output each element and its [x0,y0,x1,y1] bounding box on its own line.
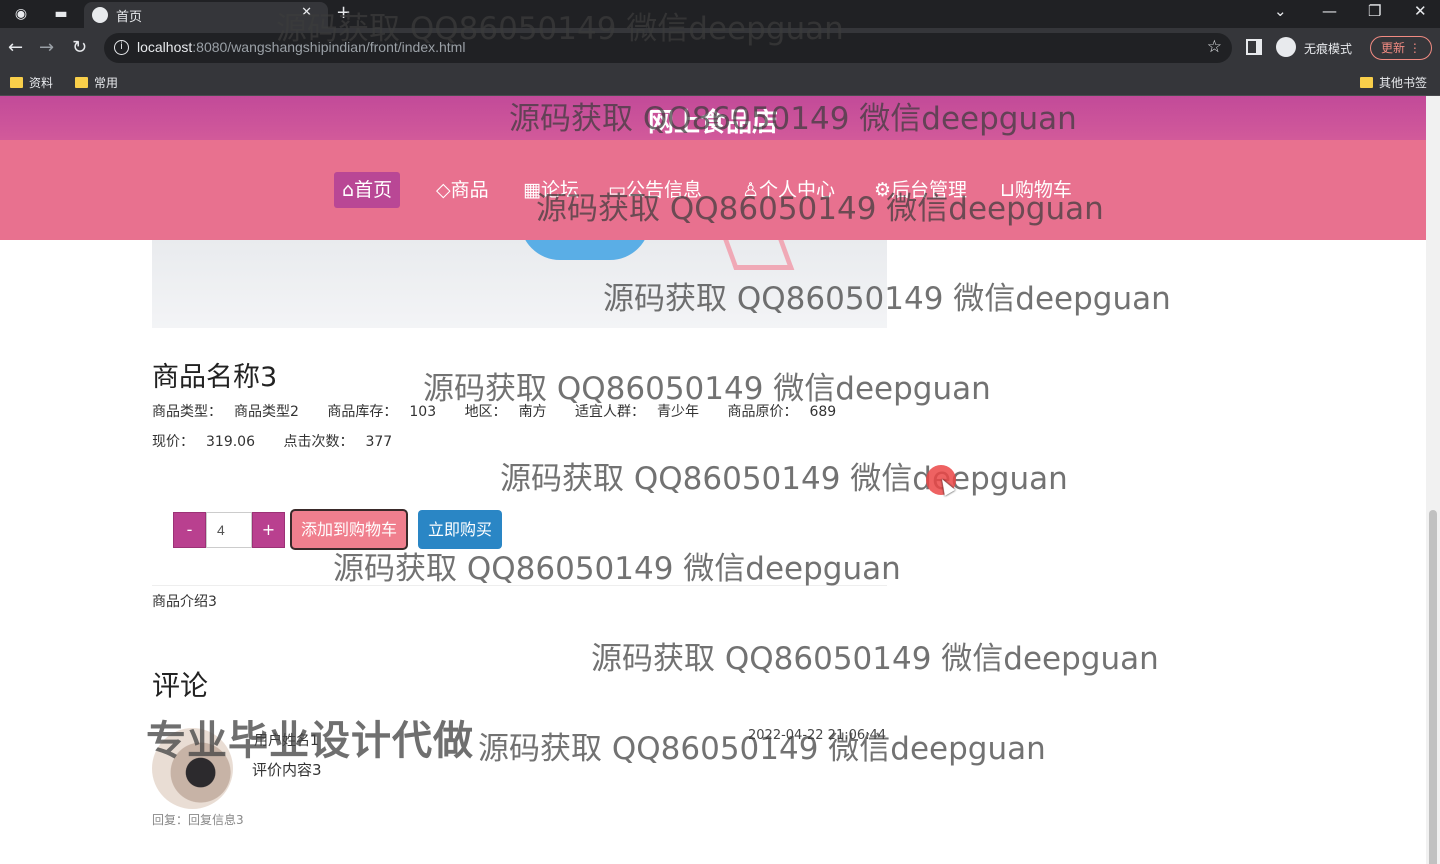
nav-home[interactable]: ⌂首页 [334,172,401,208]
folder-icon [75,77,88,88]
main-nav: ⌂首页 ◇商品 ▦论坛 ▭公告信息 ♙个人中心 ⚙后台管理 ⊔购物车 [0,140,1426,240]
other-bookmarks[interactable]: 其他书签 [1360,74,1427,91]
restore-icon[interactable]: ❐ [1368,2,1381,20]
product-intro: 商品介绍3 [152,594,217,610]
tag-icon: ◇ [436,179,451,201]
folder-icon [1360,77,1373,88]
cart-icon: ⊔ [1000,179,1015,201]
bookmark-folder[interactable]: 常用 [75,74,118,91]
product-attributes: 商品类型： 商品类型2 商品库存： 103 地区： 南方 适宜人群： 青少年 商品原价：… [152,404,837,420]
user-icon: ♙ [742,179,760,201]
product-name: 商品名称3 [152,362,278,393]
product-image [152,240,887,328]
bookmark-star-icon[interactable]: ☆ [1207,37,1222,57]
nav-products[interactable]: ◇商品 [428,172,497,208]
quantity-input[interactable]: 4 [206,512,252,548]
watermark: 源码获取 QQ86050149 微信deepguan [591,641,1159,677]
reload-icon[interactable]: ↻ [72,37,87,59]
comment-reply: 回复：回复信息3 [152,813,244,827]
close-window-icon[interactable]: ✕ [1414,2,1427,20]
page-scrollbar[interactable] [1426,96,1440,864]
bookmark-folder[interactable]: 资料 [10,74,53,91]
comments-title: 评论 [152,669,209,702]
gear-icon: ⚙ [874,179,892,201]
home-icon: ⌂ [342,179,355,201]
address-bar[interactable]: i localhost:8080/wangshangshipindian/fro… [104,33,1232,63]
promo-overlay: 专业毕业设计代做 [146,718,474,764]
tab-search-icon[interactable]: ▬ [52,5,70,23]
buy-now-button[interactable]: 立即购买 [418,510,502,549]
watermark: 源码获取 QQ86050149 微信deepguan [500,461,1068,497]
nav-admin[interactable]: ⚙后台管理 [866,172,975,208]
divider [152,585,887,586]
forward-icon[interactable]: → [39,37,54,59]
nav-announcements[interactable]: ▭公告信息 [600,172,710,208]
incognito-label: 无痕模式 [1304,42,1353,56]
side-panel-icon[interactable] [1246,39,1262,55]
add-to-cart-button[interactable]: 添加到购物车 [290,509,408,550]
watermark: 源码获取 QQ86050149 微信deepguan [333,551,901,587]
tab-title: 首页 [116,9,143,24]
new-tab-icon[interactable]: + [336,2,351,23]
site-banner: 网上食品店 [0,96,1426,140]
site-title: 网上食品店 [647,108,778,138]
browser-tab-bar: ◉ ▬ 首页 ✕ + ⌄ — ❐ ✕ [0,0,1440,28]
browser-toolbar: ← → ↻ i localhost:8080/wangshangshipindi… [0,28,1440,68]
scrollbar-thumb[interactable] [1429,510,1437,864]
quantity-plus-button[interactable]: + [252,512,285,548]
globe-icon [92,7,108,23]
nav-forum[interactable]: ▦论坛 [515,172,587,208]
nav-user-center[interactable]: ♙个人中心 [734,172,843,208]
update-button[interactable]: 更新 ⋮ [1370,36,1432,60]
comment-date: 2022-04-22 21:06:44 [748,728,887,743]
chevron-down-icon[interactable]: ⌄ [1274,2,1287,20]
bookmarks-bar: 资料 常用 其他书签 [0,68,1440,96]
nav-cart[interactable]: ⊔购物车 [992,172,1080,208]
browser-tab[interactable]: 首页 ✕ [84,2,328,28]
quantity-minus-button[interactable]: - [173,512,206,548]
announcement-icon: ▭ [608,179,626,201]
minimize-icon[interactable]: — [1322,2,1337,20]
browser-menu-icon[interactable]: ◉ [12,5,30,23]
incognito-icon [1276,37,1296,57]
close-tab-icon[interactable]: ✕ [301,5,312,20]
product-price-line: 现价： 319.06 点击次数： 377 [152,434,393,450]
forum-icon: ▦ [523,179,541,201]
url-text[interactable]: localhost:8080/wangshangshipindian/front… [137,39,465,55]
back-icon[interactable]: ← [8,37,23,59]
info-icon[interactable]: i [114,40,129,55]
folder-icon [10,77,23,88]
